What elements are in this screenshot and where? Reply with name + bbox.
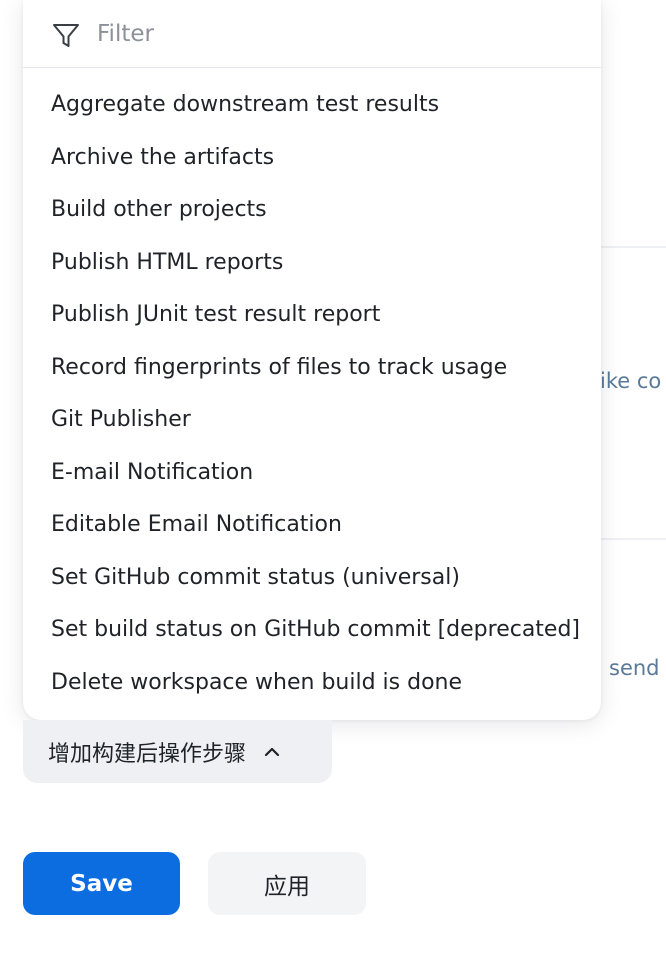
filter-row: [23, 0, 601, 68]
menu-item-build-other-projects[interactable]: Build other projects: [23, 184, 601, 237]
background-help-text: ike co: [600, 369, 662, 393]
post-build-actions-page: ike co send Aggregate downstream test re…: [0, 0, 666, 971]
post-build-action-list: Aggregate downstream test results Archiv…: [23, 79, 601, 709]
menu-item-set-build-status-on-github-commit[interactable]: Set build status on GitHub commit [depre…: [23, 604, 601, 657]
apply-button[interactable]: 应用: [208, 852, 366, 915]
menu-item-set-github-commit-status[interactable]: Set GitHub commit status (universal): [23, 552, 601, 605]
post-build-action-dropdown: Aggregate downstream test results Archiv…: [23, 0, 601, 720]
menu-item-publish-html-reports[interactable]: Publish HTML reports: [23, 237, 601, 290]
menu-item-publish-junit-test-result-report[interactable]: Publish JUnit test result report: [23, 289, 601, 342]
menu-item-email-notification[interactable]: E-mail Notification: [23, 447, 601, 500]
menu-item-record-fingerprints[interactable]: Record fingerprints of files to track us…: [23, 342, 601, 395]
section-divider: [600, 246, 666, 248]
chevron-up-icon: [262, 742, 282, 762]
menu-item-aggregate-downstream-test-results[interactable]: Aggregate downstream test results: [23, 79, 601, 132]
filter-input[interactable]: [89, 16, 595, 52]
menu-item-editable-email-notification[interactable]: Editable Email Notification: [23, 499, 601, 552]
menu-item-delete-workspace[interactable]: Delete workspace when build is done: [23, 657, 601, 710]
background-help-text: send: [609, 656, 660, 680]
add-post-build-step-label: 增加构建后操作步骤: [48, 741, 247, 767]
section-divider: [600, 538, 666, 540]
add-post-build-step-button[interactable]: 增加构建后操作步骤: [23, 720, 332, 783]
menu-item-git-publisher[interactable]: Git Publisher: [23, 394, 601, 447]
filter-icon: [51, 21, 81, 51]
save-button[interactable]: Save: [23, 852, 180, 915]
menu-item-archive-the-artifacts[interactable]: Archive the artifacts: [23, 132, 601, 185]
